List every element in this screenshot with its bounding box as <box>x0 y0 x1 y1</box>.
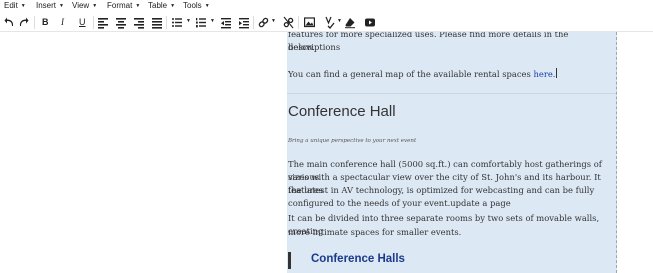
undo-button[interactable] <box>4 15 14 30</box>
body-line: more intimate spaces for smaller events. <box>288 227 462 237</box>
underline-button[interactable]: U <box>79 15 86 30</box>
chevron-down-icon: ▼ <box>92 3 98 9</box>
align-justify-button[interactable] <box>152 15 162 30</box>
indent-icon <box>239 18 249 29</box>
menu-format-label: Format <box>107 1 133 10</box>
section-heading: Conference Halls <box>311 253 405 265</box>
menu-tools-label: Tools <box>183 1 202 10</box>
map-paragraph-text: You can find a general map of the availa… <box>288 69 534 79</box>
chevron-down-icon[interactable]: ▼ <box>337 18 342 24</box>
align-left-button[interactable] <box>98 15 108 30</box>
toolbar-separator <box>166 16 167 29</box>
spellcheck-icon <box>325 16 335 29</box>
map-paragraph: You can find a general map of the availa… <box>288 68 616 81</box>
chevron-down-icon: ▼ <box>135 3 141 9</box>
tagline: Bring a unique perspective to your next … <box>288 138 417 144</box>
chevron-down-icon: ▼ <box>170 3 176 9</box>
menu-tools[interactable]: Tools ▼ <box>183 1 210 11</box>
chevron-down-icon: ▼ <box>20 3 26 9</box>
toolbar-separator <box>253 16 254 29</box>
intro-line-2: below. <box>288 42 315 52</box>
spellcheck-button[interactable] <box>325 15 335 30</box>
bullet-list-button[interactable] <box>172 15 182 30</box>
align-right-button[interactable] <box>134 15 144 30</box>
chevron-down-icon[interactable]: ▼ <box>210 18 215 24</box>
menu-view-label: View <box>72 1 90 10</box>
menu-insert-label: Insert <box>36 1 57 10</box>
video-icon <box>365 18 375 27</box>
align-justify-icon <box>152 18 162 29</box>
editor-content[interactable]: features for more specialized uses. Plea… <box>287 32 617 273</box>
align-center-icon <box>116 18 126 29</box>
italic-button[interactable]: I <box>61 15 64 30</box>
numbered-list-icon <box>196 18 206 28</box>
align-center-button[interactable] <box>116 15 126 30</box>
menu-view[interactable]: View ▼ <box>72 1 97 11</box>
bullet-list-icon <box>172 18 182 27</box>
page-heading: Conference Hall <box>288 103 396 120</box>
menu-table[interactable]: Table ▼ <box>148 1 175 11</box>
unlink-icon <box>283 16 294 29</box>
link-icon <box>258 17 269 28</box>
align-left-icon <box>98 18 108 29</box>
undo-icon <box>4 17 14 26</box>
eraser-icon <box>345 18 355 29</box>
numbered-list-button[interactable] <box>196 15 206 30</box>
link-button[interactable] <box>258 15 269 30</box>
toolbar-separator <box>93 16 94 29</box>
video-button[interactable] <box>365 15 375 30</box>
toolbar: B I U ▼ ▼ ▼ ▼ <box>0 13 653 32</box>
bold-button[interactable]: B <box>42 15 49 30</box>
menu-format[interactable]: Format ▼ <box>107 1 140 11</box>
map-link[interactable]: here. <box>533 69 555 79</box>
menu-edit-label: Edit <box>4 1 18 10</box>
redo-button[interactable] <box>19 15 29 30</box>
body-line: the latest in AV technology, is optimize… <box>288 185 595 195</box>
bold-icon: B <box>42 17 49 27</box>
indent-button[interactable] <box>239 15 249 30</box>
image-button[interactable] <box>304 15 315 30</box>
chevron-down-icon[interactable]: ▼ <box>186 18 191 24</box>
menubar: Edit ▼ Insert ▼ View ▼ Format ▼ Table ▼ Tools… <box>0 0 653 13</box>
outdent-button[interactable] <box>221 15 231 30</box>
toolbar-separator <box>34 16 35 29</box>
image-icon <box>304 17 315 28</box>
menu-edit[interactable]: Edit ▼ <box>4 1 26 11</box>
chevron-down-icon[interactable]: ▼ <box>271 18 276 24</box>
heading-accent-bar <box>288 252 291 269</box>
redo-icon <box>19 17 29 26</box>
clear-format-button[interactable] <box>345 15 355 30</box>
toolbar-separator <box>298 16 299 29</box>
chevron-down-icon: ▼ <box>59 3 64 9</box>
text-cursor <box>556 68 558 78</box>
menu-table-label: Table <box>148 1 168 10</box>
italic-icon: I <box>61 17 64 27</box>
unlink-button[interactable] <box>283 15 294 30</box>
menu-insert[interactable]: Insert ▼ <box>36 1 64 11</box>
outdent-icon <box>221 18 231 29</box>
divider <box>287 93 616 94</box>
body-line: configured to the needs of your event.up… <box>288 198 511 208</box>
align-right-icon <box>134 18 144 29</box>
underline-icon: U <box>79 17 86 27</box>
chevron-down-icon: ▼ <box>204 3 210 9</box>
